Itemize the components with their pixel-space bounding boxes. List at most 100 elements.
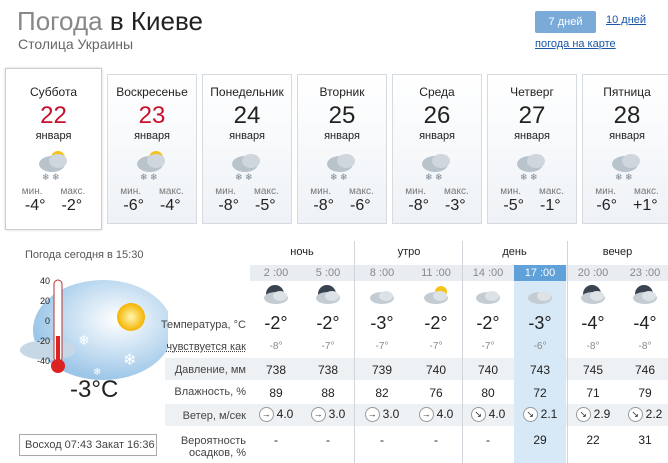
time-slot[interactable]: 20 :00: [567, 267, 619, 279]
wind-speed: 4.0: [488, 407, 506, 421]
feels-like-cell: -8°: [269, 341, 283, 352]
min-temp: -4°: [24, 197, 46, 214]
wind-speed: 4.0: [436, 407, 454, 421]
wind-speed: 2.1: [540, 407, 558, 421]
cloud-snow-icon: ❄ ❄: [583, 146, 668, 184]
wind-speed: 2.2: [645, 407, 663, 421]
period-header: ночь: [290, 246, 314, 258]
day-name: Воскресенье: [116, 85, 188, 99]
thermo-tick: -20: [36, 336, 50, 346]
cloud-snow-icon: ❄ ❄: [488, 146, 576, 184]
min-temp: -8°: [313, 197, 334, 214]
day-card-24[interactable]: Понедельник 24 января ❄ ❄ мин. макс. -8° -5°: [202, 74, 292, 224]
temperature-cell: -2°: [424, 313, 448, 333]
wind-cell: → 3.0: [356, 407, 408, 423]
humidity-cell: 88: [321, 386, 335, 400]
max-temp: -5°: [255, 197, 276, 214]
precip-cell: 22: [586, 433, 600, 447]
period-header: день: [502, 246, 527, 258]
wind-direction-icon: ↘: [575, 407, 591, 423]
humidity-cell: 79: [638, 386, 652, 400]
wind-direction-icon: ↘: [522, 407, 538, 423]
thermo-tick: 20: [39, 296, 50, 306]
time-slot[interactable]: 11 :00: [410, 267, 462, 279]
svg-text:❄ ❄: ❄ ❄: [615, 172, 633, 182]
svg-text:❄ ❄: ❄ ❄: [520, 172, 538, 182]
pressure-cell: 746: [634, 363, 656, 377]
wind-cell: ↘ 2.9: [567, 407, 619, 423]
temperature-cell: -4°: [581, 313, 605, 333]
weather-icon: [410, 283, 462, 312]
precip-cell: 31: [638, 433, 652, 447]
day-month: января: [609, 130, 645, 142]
temperature-cell: -2°: [476, 313, 500, 333]
day-number: 25: [328, 102, 356, 129]
page-title: Погода в Киеве: [17, 6, 203, 36]
day-card-25[interactable]: Вторник 25 января ❄ ❄ мин. макс. -8° -6°: [297, 74, 387, 224]
day-card-23[interactable]: Воскресенье 23 января ❄ ❄ мин. макс. -6° -4°: [107, 74, 197, 224]
feels-like-cell: -6°: [533, 341, 547, 352]
wind-direction-icon: ↘: [627, 407, 643, 423]
sun-snow-icon: ❄ ❄: [108, 146, 196, 184]
pressure-cell: 738: [265, 363, 287, 377]
weather-icon: [462, 283, 514, 312]
weather-icon: [250, 283, 302, 312]
sun-snow-icon: ❄ ❄: [6, 146, 101, 184]
humidity-cell: 71: [586, 386, 600, 400]
time-slot[interactable]: 2 :00: [250, 267, 302, 279]
weather-icon: [567, 283, 619, 312]
svg-text:❄ ❄: ❄ ❄: [140, 172, 158, 182]
time-slot[interactable]: 5 :00: [302, 267, 354, 279]
min-max-temps: -8° -5°: [203, 197, 291, 215]
pressure-cell: 738: [317, 363, 339, 377]
day-number: 22: [40, 102, 67, 129]
min-temp: -6°: [123, 197, 144, 214]
pressure-cell: 739: [371, 363, 393, 377]
precip-cell: -: [326, 433, 330, 447]
wind-direction-icon: →: [310, 407, 326, 423]
min-max-labels: мин. макс.: [203, 186, 291, 197]
now-label: Погода сегодня в 15:30: [25, 249, 144, 261]
max-label: макс.: [634, 186, 659, 197]
svg-text:❄: ❄: [78, 332, 90, 348]
max-temp: -6°: [350, 197, 371, 214]
7-days-button[interactable]: 7 дней: [535, 11, 596, 33]
temperature-cell: -2°: [316, 313, 340, 333]
time-slot[interactable]: 8 :00: [356, 267, 408, 279]
wind-direction-icon: →: [418, 407, 434, 423]
pressure-cell: 743: [529, 363, 551, 377]
day-name: Пятница: [603, 85, 651, 99]
label-humidity: Влажность, %: [174, 386, 246, 398]
max-temp: +1°: [632, 197, 658, 214]
label-pressure: Давление, мм: [174, 364, 246, 376]
time-slot[interactable]: 23 :00: [619, 267, 668, 279]
feels-like-cell: -7°: [429, 341, 443, 352]
max-label: макс.: [349, 186, 374, 197]
min-max-labels: мин. макс.: [583, 186, 668, 197]
map-link[interactable]: погода на карте: [535, 38, 616, 50]
day-card-27[interactable]: Четверг 27 января ❄ ❄ мин. макс. -5° -1°: [487, 74, 577, 224]
day-number: 28: [613, 102, 641, 129]
feels-like-cell: -8°: [586, 341, 600, 352]
pressure-cell: 745: [582, 363, 604, 377]
min-max-labels: мин. макс.: [488, 186, 576, 197]
min-max-labels: мин. макс.: [393, 186, 481, 197]
day-card-22[interactable]: Суббота 22 января ❄ ❄ мин. макс. -4° -2°: [5, 68, 102, 230]
cloud-snow-icon: ❄ ❄: [298, 146, 386, 184]
wind-cell: → 4.0: [410, 407, 462, 423]
time-slot[interactable]: 17 :00: [514, 265, 566, 281]
10-days-link[interactable]: 10 дней: [606, 14, 646, 26]
label-feels[interactable]: чувствуется как: [166, 341, 246, 353]
day-card-26[interactable]: Среда 26 января ❄ ❄ мин. макс. -8° -3°: [392, 74, 482, 224]
day-month: января: [35, 130, 72, 142]
day-month: января: [419, 130, 455, 142]
humidity-cell: 82: [375, 386, 389, 400]
min-temp: -6°: [596, 197, 617, 214]
day-card-28[interactable]: Пятница 28 января ❄ ❄ мин. макс. -6° +1°: [582, 74, 668, 224]
temperature-cell: -3°: [370, 313, 394, 333]
time-slot[interactable]: 14 :00: [462, 267, 514, 279]
day-number: 23: [138, 102, 166, 129]
period-divider: [354, 241, 355, 463]
days-strip: Суббота 22 января ❄ ❄ мин. макс. -4° -2° Воскрес…: [5, 68, 668, 230]
svg-text:❄ ❄: ❄ ❄: [330, 172, 348, 182]
